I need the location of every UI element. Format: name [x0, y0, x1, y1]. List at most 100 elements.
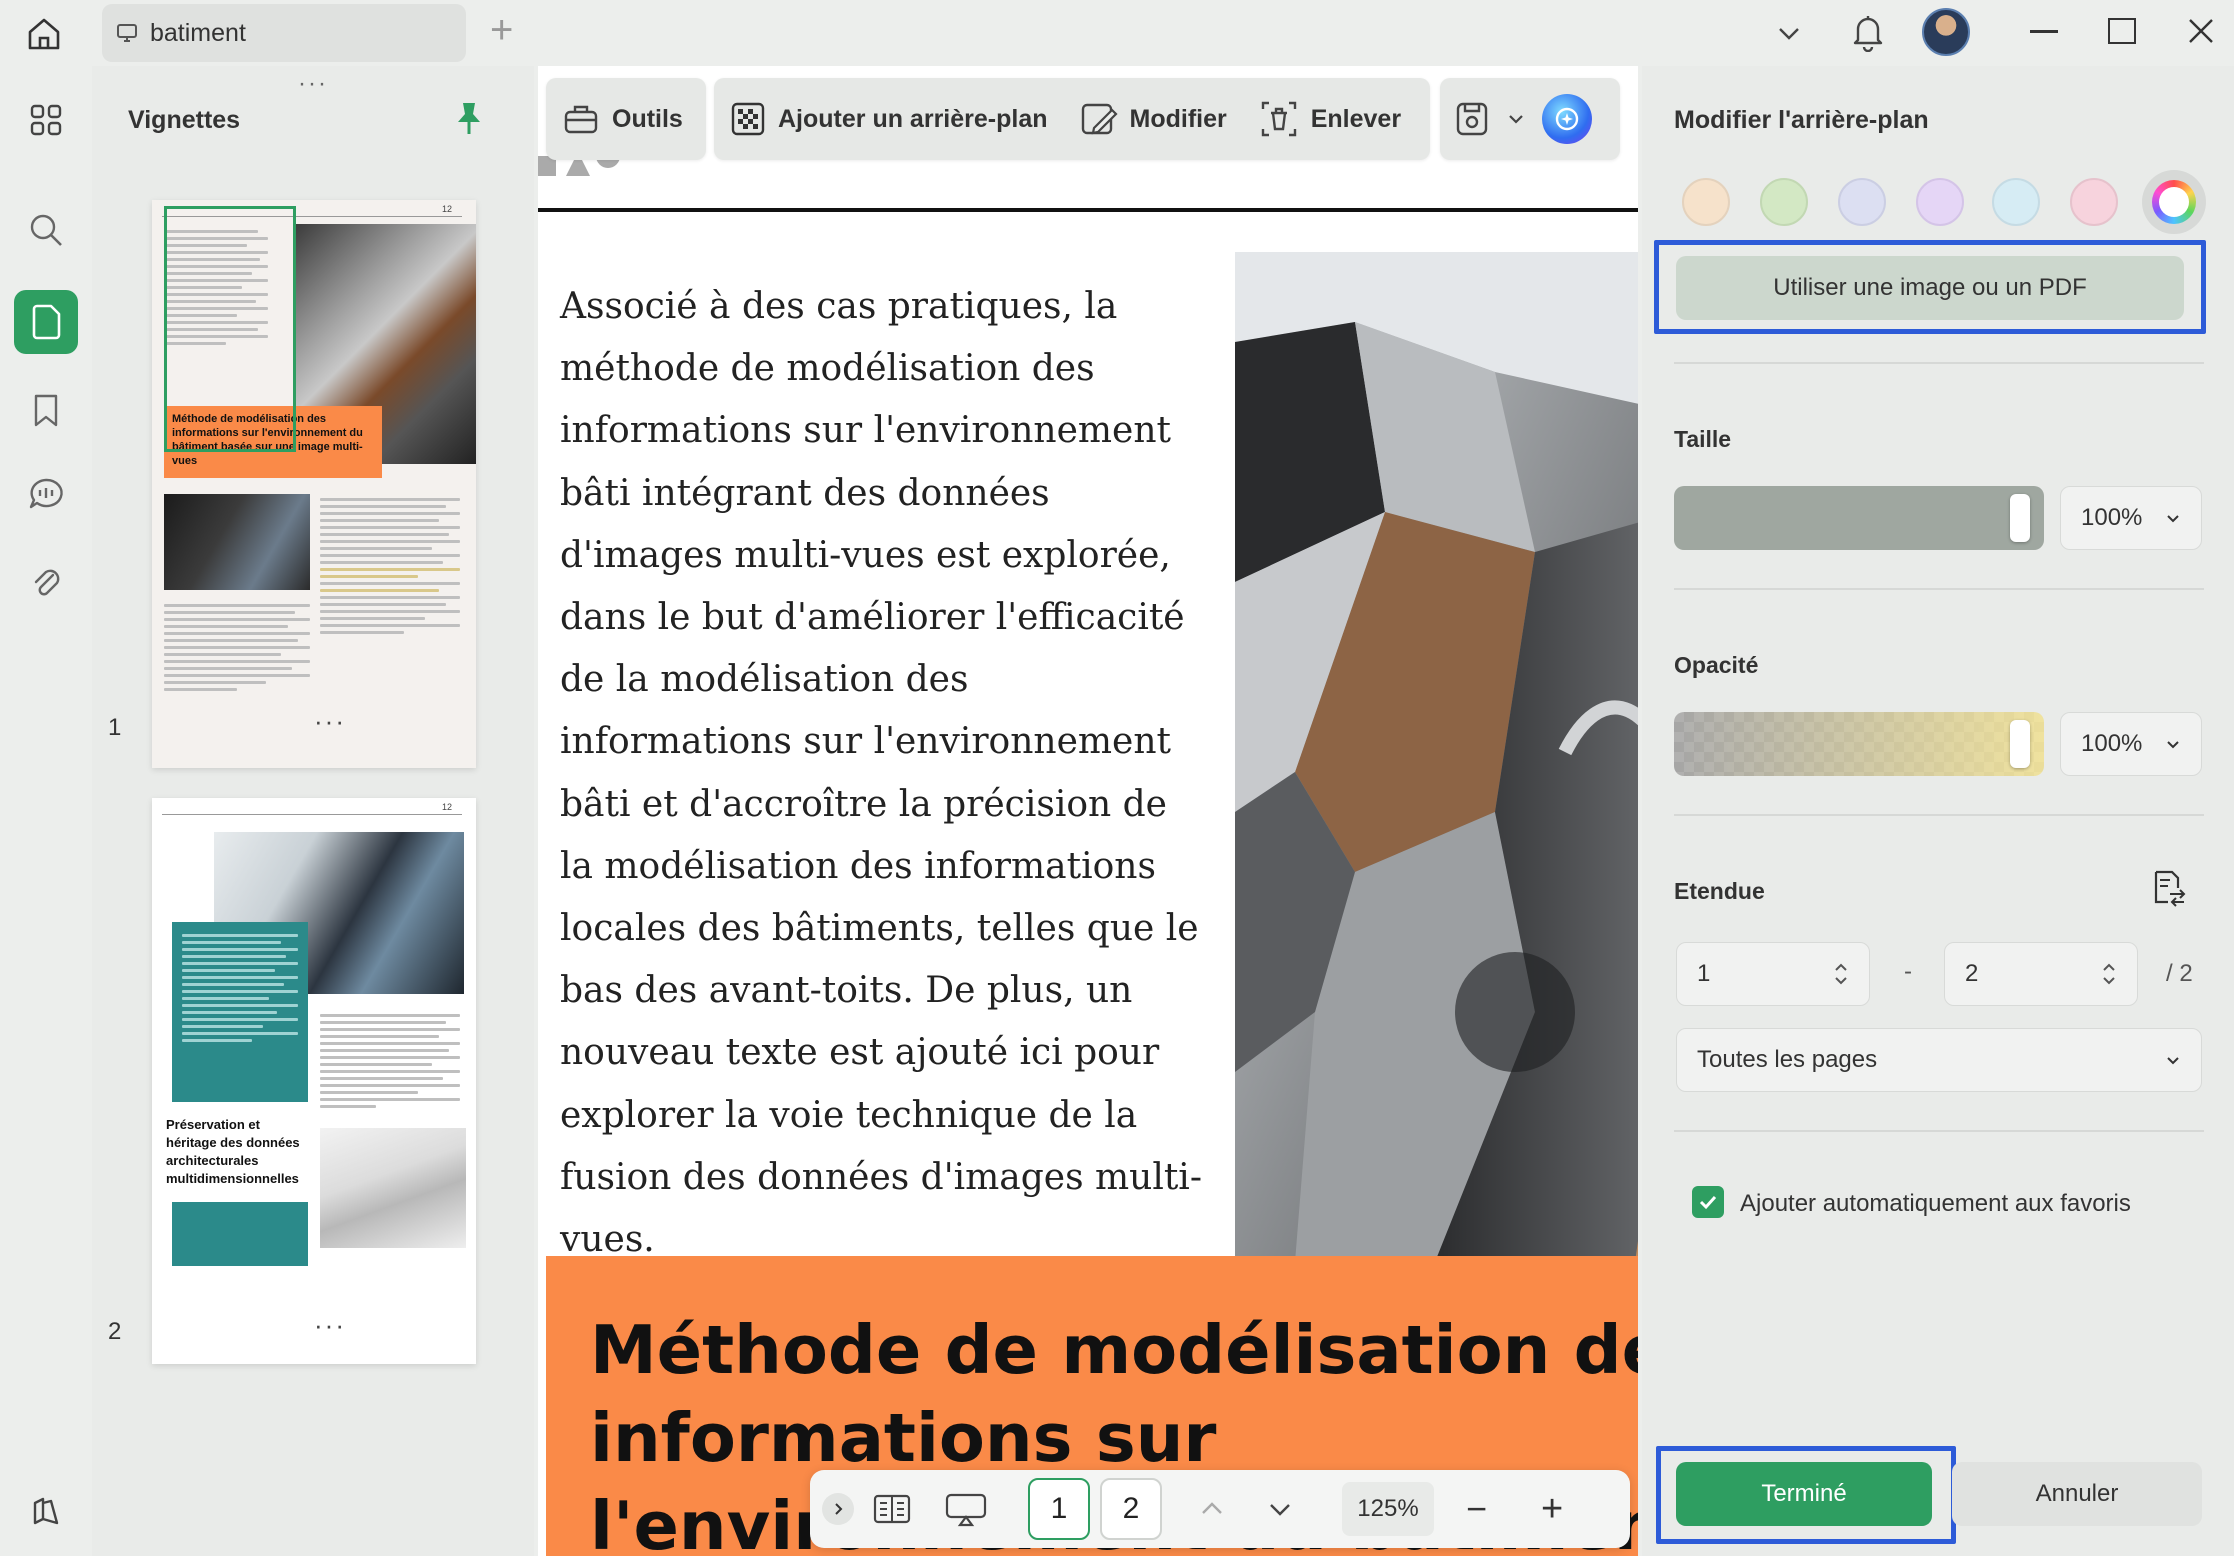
reading-mode-icon[interactable]: [872, 1492, 912, 1526]
thumbnails-panel: ··· Vignettes 12 Méthode de modélisation…: [92, 66, 534, 1556]
new-tab-button[interactable]: +: [490, 8, 513, 53]
thumbnails-title: Vignettes: [128, 106, 241, 134]
thumb-page-number: 12: [442, 204, 453, 214]
divider: [1674, 588, 2204, 590]
color-swatch-violet[interactable]: [1916, 178, 1964, 226]
bookmark-icon[interactable]: [14, 378, 78, 442]
color-swatch-peach[interactable]: [1682, 178, 1730, 226]
remove-background-icon: [1259, 99, 1299, 139]
range-to-stepper[interactable]: 2: [1944, 942, 2138, 1006]
range-from-stepper[interactable]: 1: [1676, 942, 1870, 1006]
presentation-icon[interactable]: [944, 1491, 988, 1527]
thumb-teal-block: [172, 1202, 308, 1266]
edit-background-icon: [1080, 100, 1118, 138]
range-to-value: 2: [1965, 960, 1979, 987]
page-thumbnail-1[interactable]: 12 Méthode de modélisation des informati…: [152, 200, 476, 768]
divider: [1674, 1130, 2204, 1132]
background-settings-panel: Modifier l'arrière-plan Utiliser une ima…: [1642, 66, 2234, 1556]
size-slider[interactable]: [1674, 486, 2044, 550]
size-label: Taille: [1674, 426, 1732, 452]
drag-handle[interactable]: ···: [298, 70, 328, 98]
close-icon[interactable]: [2186, 16, 2216, 46]
opacity-value: 100%: [2081, 730, 2143, 757]
cancel-button[interactable]: Annuler: [1952, 1462, 2202, 1526]
tools-label: Outils: [612, 104, 683, 133]
page-1-more-button[interactable]: ···: [314, 706, 346, 737]
opacity-slider[interactable]: [1674, 712, 2044, 776]
color-swatch-lavender[interactable]: [1838, 178, 1886, 226]
document-tab[interactable]: batiment: [102, 4, 466, 62]
zoom-out-button[interactable]: −: [1466, 1488, 1487, 1530]
edit-label: Modifier: [1129, 104, 1227, 133]
chevron-down-icon[interactable]: [1266, 1495, 1294, 1523]
thumb-page-number: 12: [442, 802, 453, 812]
zoom-level[interactable]: 125%: [1342, 1482, 1434, 1536]
maximize-icon[interactable]: [2108, 18, 2136, 44]
page-2-button[interactable]: 2: [1100, 1478, 1162, 1540]
thumbnails-icon[interactable]: [14, 290, 78, 354]
chevron-down-icon[interactable]: [1506, 109, 1526, 129]
save-ai-group: [1440, 78, 1620, 160]
thumb-section-heading: Préservation et héritage des données arc…: [166, 1117, 300, 1186]
architecture-photo: [1235, 252, 1638, 1262]
save-icon[interactable]: [1454, 100, 1490, 138]
page-number-1: 1: [108, 714, 122, 741]
thumb-header-rule: [162, 814, 462, 815]
home-icon[interactable]: [24, 14, 64, 54]
add-background-button[interactable]: Ajouter un arrière-plan: [714, 101, 1064, 137]
layers-icon[interactable]: [14, 1478, 78, 1542]
opacity-dropdown[interactable]: 100%: [2060, 712, 2202, 776]
search-icon[interactable]: [14, 198, 78, 262]
page-2-more-button[interactable]: ···: [314, 1310, 346, 1341]
comment-icon[interactable]: [14, 462, 78, 526]
page-range-swap-icon[interactable]: [2148, 868, 2188, 908]
divider: [1674, 362, 2204, 364]
ai-assistant-icon[interactable]: [1542, 94, 1592, 144]
size-value: 100%: [2081, 504, 2143, 531]
thumb-right-text: [320, 1010, 460, 1112]
auto-favorites-label: Ajouter automatiquement aux favoris: [1740, 1190, 2131, 1217]
monitor-icon: [116, 22, 138, 44]
attachment-icon[interactable]: [14, 550, 78, 614]
pages-select[interactable]: Toutes les pages: [1676, 1028, 2202, 1092]
toolbox-icon: [562, 100, 600, 138]
opacity-label: Opacité: [1674, 652, 1759, 678]
focus-highlight-done: [1656, 1446, 1956, 1544]
bell-icon[interactable]: [1850, 12, 1886, 52]
edit-background-button[interactable]: Modifier: [1064, 100, 1243, 138]
tools-button[interactable]: Outils: [546, 100, 699, 138]
stepper-icon: [2101, 960, 2117, 988]
opacity-slider-handle[interactable]: [2010, 720, 2030, 768]
avatar[interactable]: [1922, 8, 1970, 56]
chevron-down-icon[interactable]: [1776, 20, 1802, 46]
divider: [1674, 814, 2204, 816]
chevron-up-icon[interactable]: [1198, 1495, 1226, 1523]
pages-select-value: Toutes les pages: [1697, 1046, 1878, 1073]
auto-favorites-checkbox[interactable]: [1692, 1186, 1724, 1218]
expand-icon[interactable]: [822, 1493, 854, 1525]
page-thumbnail-2[interactable]: 12 Préservation et héritage des données …: [152, 798, 476, 1364]
color-swatch-green[interactable]: [1760, 178, 1808, 226]
size-slider-handle[interactable]: [2010, 494, 2030, 542]
thumb-blueprint-photo: [320, 1128, 466, 1248]
document-canvas: Associé à des cas pratiques, la méthode …: [538, 66, 1638, 1556]
color-swatch-sky[interactable]: [1992, 178, 2040, 226]
range-total: / 2: [2166, 960, 2193, 987]
thumb-teal-box: [172, 922, 308, 1102]
body-paragraph: Associé à des cas pratiques, la méthode …: [560, 286, 1202, 1261]
size-dropdown[interactable]: 100%: [2060, 486, 2202, 550]
title-bar: batiment +: [0, 0, 2234, 66]
remove-background-button[interactable]: Enlever: [1243, 99, 1417, 139]
pin-icon[interactable]: [454, 100, 484, 136]
panel-title: Modifier l'arrière-plan: [1674, 106, 1929, 134]
remove-label: Enlever: [1310, 104, 1402, 133]
minimize-icon[interactable]: [2030, 30, 2058, 33]
custom-color-picker-icon[interactable]: [2142, 170, 2206, 234]
page-1-button[interactable]: 1: [1028, 1478, 1090, 1540]
grid-view-icon[interactable]: [14, 88, 78, 152]
tools-group: Outils: [546, 78, 706, 160]
range-from-value: 1: [1697, 960, 1711, 987]
chevron-down-icon: [2165, 736, 2181, 752]
zoom-in-button[interactable]: +: [1541, 1488, 1563, 1531]
color-swatch-pink[interactable]: [2070, 178, 2118, 226]
